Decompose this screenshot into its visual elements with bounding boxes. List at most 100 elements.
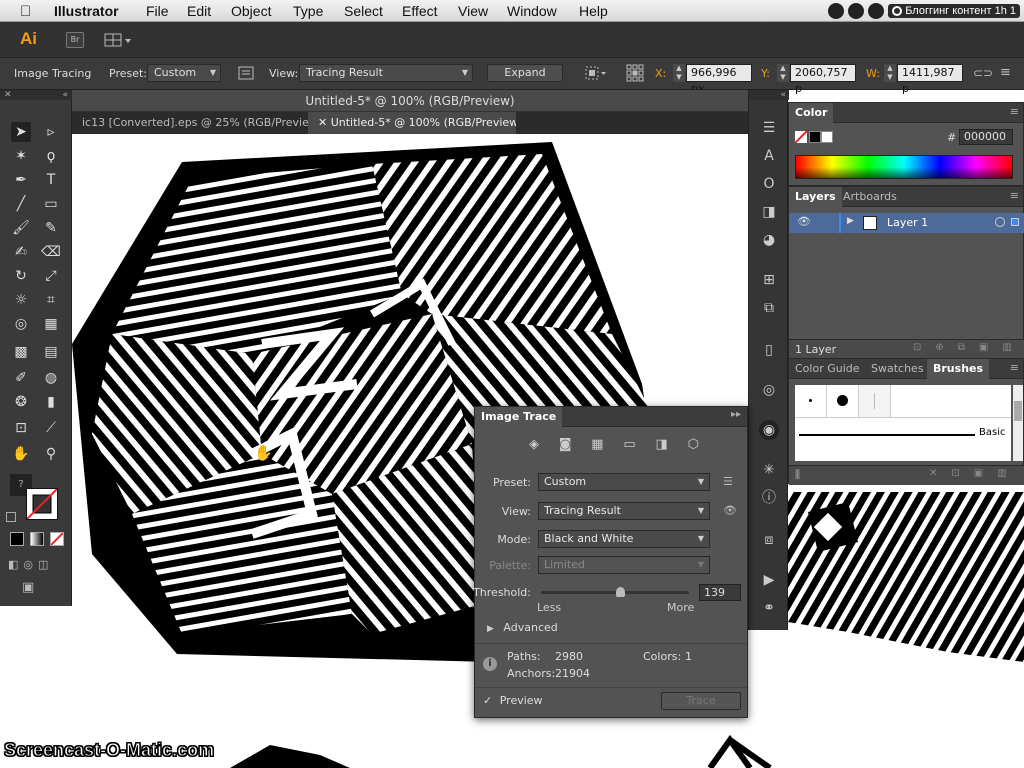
screen-mode-icon[interactable]: ▣ — [22, 580, 44, 598]
column-graph-tool-icon[interactable]: ▮ — [41, 392, 61, 412]
brush-scrollbar[interactable] — [1013, 385, 1023, 461]
menu-window[interactable]: Window — [507, 3, 557, 19]
w-field[interactable]: 1411,987 p — [897, 64, 963, 95]
trace-panel-button[interactable] — [237, 65, 255, 81]
low-color-icon[interactable]: ▦ — [591, 437, 603, 455]
blend-tool-icon[interactable]: ◍ — [41, 368, 61, 388]
trace-mode-dropdown[interactable]: Black and White ▼ — [538, 530, 710, 548]
menu-edit[interactable]: Edit — [187, 3, 211, 19]
none-mode-icon[interactable] — [50, 532, 64, 546]
scale-tool-icon[interactable]: ⤢ — [41, 266, 61, 286]
tab-brushes[interactable]: Brushes — [927, 359, 990, 379]
menu-type[interactable]: Type — [293, 3, 323, 19]
gradient-panel-icon[interactable]: ◎ — [759, 380, 779, 400]
none-swatch[interactable] — [794, 130, 808, 144]
expand-button[interactable]: Expand — [487, 64, 563, 82]
panel-options-icon[interactable]: ≡ — [1010, 105, 1019, 118]
pencil-tool-icon[interactable]: ✎ — [41, 218, 61, 238]
transform-panel-icon[interactable]: ⊞ — [759, 270, 779, 290]
brush-thin-line[interactable] — [859, 385, 891, 417]
shape-builder-tool-icon[interactable]: ◎ — [11, 314, 31, 334]
tab-artboards[interactable]: Artboards — [837, 187, 903, 207]
black-swatch[interactable] — [809, 131, 821, 143]
brush-small-dot[interactable] — [795, 385, 827, 417]
threshold-slider[interactable] — [541, 587, 689, 597]
panel-collapse-icon[interactable]: ▸▸ — [731, 409, 741, 420]
arrange-documents-button[interactable] — [104, 32, 132, 48]
menu-select[interactable]: Select — [344, 3, 383, 19]
menu-view[interactable]: View — [458, 3, 488, 19]
tab-swatches[interactable]: Swatches — [865, 359, 930, 379]
free-transform-tool-icon[interactable]: ⌗ — [41, 290, 61, 310]
view-dropdown[interactable]: Tracing Result ▼ — [299, 64, 473, 82]
pen-tool-icon[interactable]: ✒ — [11, 170, 31, 190]
zoom-tool-icon[interactable]: ⚲ — [41, 444, 61, 464]
layer-row-1[interactable]: 👁 ▶ Layer 1 — [789, 213, 1024, 233]
panel-menu-icon[interactable]: ☰ — [759, 118, 779, 138]
trace-view-dropdown[interactable]: Tracing Result ▼ — [538, 502, 710, 520]
hand-tool-icon[interactable]: ✋ — [11, 444, 31, 464]
selection-indicator[interactable] — [1011, 218, 1019, 226]
eyedropper-tool-icon[interactable]: ✐ — [11, 368, 31, 388]
color-mode-icon[interactable] — [10, 532, 24, 546]
rotate-tool-icon[interactable]: ↻ — [11, 266, 31, 286]
tab-untitled-5[interactable]: ✕ Untitled-5* @ 100% (RGB/Preview) — [308, 112, 516, 134]
brush-large-dot[interactable] — [827, 385, 859, 417]
artboard-tool-icon[interactable]: ⊡ — [11, 418, 31, 438]
magic-wand-tool-icon[interactable]: ✶ — [11, 146, 31, 166]
tab-layers[interactable]: Layers — [789, 187, 842, 207]
tab-color[interactable]: Color — [789, 103, 834, 123]
x-stepper[interactable]: ▲ ▼ — [673, 64, 685, 82]
preview-checkbox[interactable]: ✓ Preview — [483, 694, 573, 710]
tab-ic13-converted[interactable]: ic13 [Converted].eps @ 25% (RGB/Preview) — [72, 112, 308, 134]
lasso-tool-icon[interactable]: ϙ — [41, 146, 61, 166]
view-source-eye-icon[interactable]: 👁 — [723, 504, 737, 517]
layer-name[interactable]: Layer 1 — [887, 216, 928, 229]
rectangle-tool-icon[interactable]: ▭ — [41, 194, 61, 214]
symbols-panel-icon[interactable]: ✳ — [759, 460, 779, 480]
actions-panel-icon[interactable]: ▶ — [759, 570, 779, 590]
selection-tool-icon[interactable]: ➤ — [11, 122, 31, 142]
panel-options-icon[interactable]: ≡ — [1010, 361, 1019, 374]
x-field[interactable]: 966,996 px — [686, 64, 752, 95]
expand-triangle-icon[interactable]: ▶ — [847, 216, 854, 226]
mesh-tool-icon[interactable]: ▩ — [11, 342, 31, 362]
hex-field[interactable]: 000000 — [959, 129, 1013, 145]
outline-icon[interactable]: ⬡ — [688, 437, 699, 455]
menu-help[interactable]: Help — [579, 3, 608, 19]
panel-options-icon[interactable]: ≡ — [1010, 189, 1019, 202]
constrain-link-icon[interactable]: ⊂⊃ — [973, 66, 993, 80]
preset-menu-icon[interactable]: ☰ — [723, 475, 733, 488]
color-spectrum[interactable] — [795, 155, 1013, 179]
document-info-panel-icon[interactable]: ▯ — [759, 340, 779, 360]
warp-tool-icon[interactable]: ☼ — [11, 290, 31, 310]
status-vk-badge[interactable]: Блоггинг контент 1h 1 — [888, 4, 1020, 18]
target-icon[interactable] — [995, 217, 1005, 227]
trace-button[interactable]: Trace — [661, 692, 741, 710]
pathfinder-panel-icon[interactable]: ⧉ — [759, 298, 779, 318]
brush-actions-icons[interactable]: ✕⊡▣▥ — [929, 468, 1021, 479]
expand-panels-icon[interactable]: « — [749, 90, 789, 100]
transparency-panel-icon[interactable]: ◨ — [759, 202, 779, 222]
visibility-eye-icon[interactable]: 👁 — [797, 215, 811, 228]
advanced-toggle[interactable]: ▶ Advanced — [487, 621, 607, 637]
perspective-grid-tool-icon[interactable]: ▦ — [41, 314, 61, 334]
direct-selection-tool-icon[interactable]: ▹ — [41, 122, 61, 142]
grayscale-icon[interactable]: ▭ — [623, 437, 635, 455]
collapse-icon[interactable]: « — [62, 90, 68, 100]
drawing-modes-icon[interactable]: ◧◎◫ — [8, 558, 68, 572]
white-swatch[interactable] — [821, 131, 833, 143]
gradient-mode-icon[interactable] — [30, 532, 44, 546]
symbol-sprayer-tool-icon[interactable]: ❂ — [11, 392, 31, 412]
status-icon-1[interactable] — [828, 3, 845, 19]
image-trace-panel-icon[interactable]: ◉ — [759, 420, 779, 440]
evernote-icon[interactable] — [868, 3, 885, 19]
brush-libraries-icon[interactable]: ⫼ — [795, 468, 800, 482]
appearance-panel-icon[interactable]: ◕ — [759, 230, 779, 250]
navigator-panel-icon[interactable]: ⚭ — [759, 598, 779, 618]
trace-preset-dropdown[interactable]: Custom ▼ — [538, 473, 710, 491]
glyphs-panel-icon[interactable]: O — [759, 174, 779, 194]
bridge-button[interactable]: Br — [66, 32, 84, 48]
w-stepper[interactable]: ▲ ▼ — [884, 64, 896, 82]
black-white-icon[interactable]: ◨ — [655, 437, 667, 455]
